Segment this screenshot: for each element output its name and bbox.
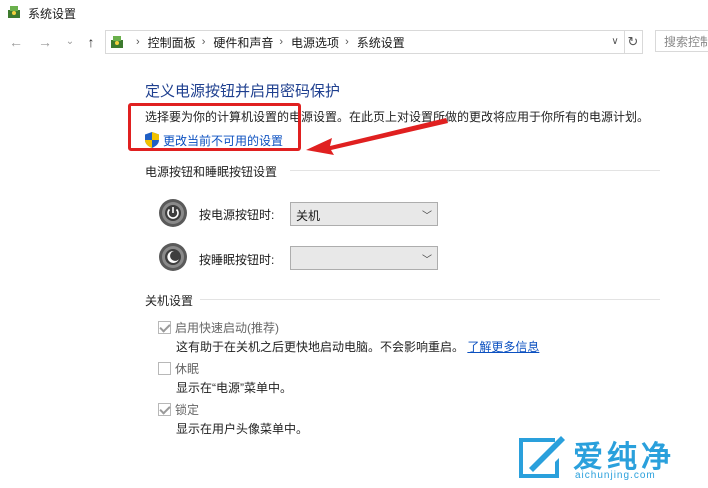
arrow-right-icon: →: [38, 34, 52, 50]
chevron-down-icon: ⌄: [65, 36, 75, 47]
sleep-button-icon: [159, 243, 187, 271]
power-section-title: 电源按钮和睡眠按钮设置: [145, 165, 278, 179]
watermark-domain: aichunjing.com: [575, 470, 656, 481]
power-button-action-select[interactable]: 关机 ﹀: [290, 202, 438, 226]
sleep-button-action-select[interactable]: ﹀: [290, 246, 438, 270]
navigation-bar: ← → ⌄ ↑ › 控制面板 › 硬件和声音 › 电源选项 › 系统设置 ∨ ↻…: [0, 28, 708, 56]
chevron-down-icon: ∨: [611, 36, 619, 47]
chevron-down-icon: ﹀: [422, 255, 432, 266]
watermark: 爱纯净 aichunjing.com: [515, 430, 705, 486]
window-title: 系统设置: [28, 7, 77, 21]
section-divider: [290, 170, 660, 171]
watermark-logo-icon: [519, 436, 565, 478]
lock-description: 显示在用户头像菜单中。: [176, 422, 309, 436]
control-panel-icon: [111, 36, 123, 48]
refresh-icon: ↻: [627, 34, 639, 49]
chevron-right-icon: ›: [136, 36, 140, 48]
hibernate-checkbox[interactable]: [158, 362, 171, 375]
page-title: 定义电源按钮并启用密码保护: [145, 83, 341, 100]
power-button-label: 按电源按钮时:: [199, 208, 275, 222]
lock-checkbox[interactable]: [158, 403, 171, 416]
chevron-right-icon: ›: [279, 36, 284, 48]
up-button[interactable]: ↑: [83, 33, 99, 51]
lock-label: 锁定: [175, 403, 200, 417]
fast-startup-desc-text: 这有助于在关机之后更快地启动电脑。不会影响重启。: [176, 340, 465, 354]
chevron-right-icon: ›: [201, 36, 206, 48]
power-button-action-value: 关机: [296, 209, 321, 223]
forward-button[interactable]: →: [37, 33, 53, 51]
annotation-arrow-icon: [306, 118, 448, 155]
sleep-button-label: 按睡眠按钮时:: [199, 253, 275, 267]
fast-startup-description: 这有助于在关机之后更快地启动电脑。不会影响重启。 了解更多信息: [176, 338, 539, 355]
breadcrumb-control-panel[interactable]: 控制面板: [148, 34, 196, 51]
power-button-icon: [159, 199, 187, 227]
arrow-up-icon: ↑: [87, 34, 95, 50]
arrow-left-icon: ←: [9, 34, 23, 50]
address-bar[interactable]: › 控制面板 › 硬件和声音 › 电源选项 › 系统设置 ∨: [105, 30, 625, 54]
chevron-right-icon: ›: [345, 36, 349, 48]
shutdown-section-title: 关机设置: [145, 294, 194, 308]
hibernate-label: 休眠: [175, 362, 200, 376]
breadcrumb-system-settings[interactable]: 系统设置: [357, 34, 405, 51]
control-panel-icon: [8, 6, 20, 18]
breadcrumb: › 控制面板 › 硬件和声音 › 电源选项 › 系统设置: [130, 31, 405, 53]
chevron-down-icon: ﹀: [422, 211, 432, 222]
learn-more-link[interactable]: 了解更多信息: [467, 340, 539, 354]
search-input[interactable]: 搜索控制: [655, 30, 708, 52]
breadcrumb-hardware-sound[interactable]: 硬件和声音: [213, 34, 273, 51]
refresh-button[interactable]: ↻: [624, 30, 643, 54]
breadcrumb-power-options[interactable]: 电源选项: [291, 34, 339, 51]
fast-startup-checkbox[interactable]: [158, 321, 171, 334]
address-dropdown-button[interactable]: ∨: [608, 34, 622, 50]
annotation-highlight-box: [128, 103, 301, 151]
fast-startup-label: 启用快速启动(推荐): [175, 321, 279, 335]
recent-locations-button[interactable]: ⌄: [62, 33, 78, 51]
back-button[interactable]: ←: [8, 33, 24, 51]
hibernate-description: 显示在“电源”菜单中。: [176, 381, 292, 395]
section-divider: [200, 299, 660, 300]
title-bar: 系统设置: [0, 0, 708, 26]
